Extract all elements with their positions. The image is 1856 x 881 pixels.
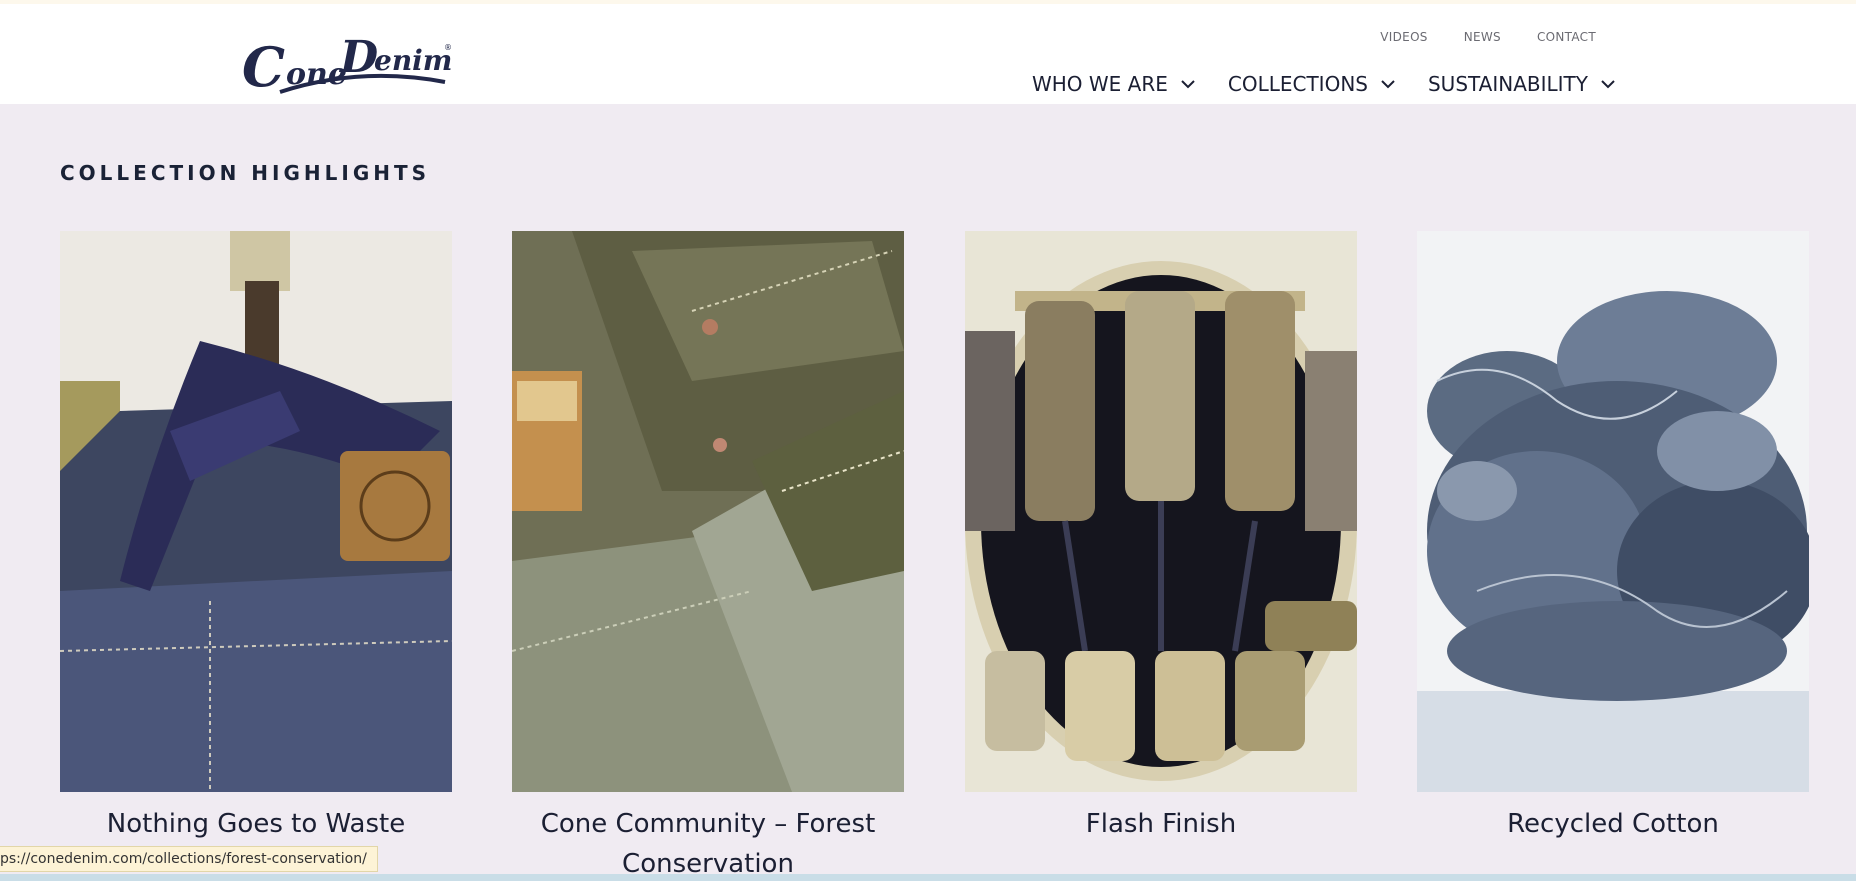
collection-card-nothing-goes-to-waste[interactable]: Nothing Goes to Waste xyxy=(60,231,452,844)
recycled-cotton-fiber-photo[interactable] xyxy=(1417,231,1809,792)
collection-title[interactable]: Flash Finish xyxy=(965,804,1357,844)
nav-label: COLLECTIONS xyxy=(1227,72,1368,96)
collection-grid: Nothing Goes to Waste Cone Community – F… xyxy=(60,231,1810,881)
utility-nav: VIDEOS NEWS CONTACT xyxy=(1380,30,1596,44)
finishing-machine-rollers-photo[interactable] xyxy=(965,231,1357,792)
cone-denim-logo[interactable]: C one D enim ® xyxy=(240,26,455,99)
collection-title[interactable]: Recycled Cotton xyxy=(1417,804,1809,844)
collection-title[interactable]: Nothing Goes to Waste xyxy=(60,804,452,844)
utility-link-videos[interactable]: VIDEOS xyxy=(1380,30,1427,44)
green-denim-jeans-photo[interactable] xyxy=(512,231,904,792)
main-nav: WHO WE ARE COLLECTIONS SUSTAINABILITY xyxy=(1032,72,1616,96)
status-bar-url: ps://conedenim.com/collections/forest-co… xyxy=(0,846,378,872)
nav-collections[interactable]: COLLECTIONS xyxy=(1228,72,1396,96)
utility-link-contact[interactable]: CONTACT xyxy=(1537,30,1596,44)
chevron-down-icon xyxy=(1181,80,1195,89)
collection-card-flash-finish[interactable]: Flash Finish xyxy=(965,231,1357,844)
chevron-down-icon xyxy=(1601,80,1615,89)
nav-label: WHO WE ARE xyxy=(1031,72,1168,96)
utility-link-news[interactable]: NEWS xyxy=(1464,30,1501,44)
nav-sustainability[interactable]: SUSTAINABILITY xyxy=(1428,72,1616,96)
section-title: COLLECTION HIGHLIGHTS xyxy=(60,161,431,185)
svg-text:®: ® xyxy=(444,43,452,52)
taskbar-strip xyxy=(0,874,1856,881)
nav-label: SUSTAINABILITY xyxy=(1427,72,1588,96)
svg-text:enim: enim xyxy=(374,44,452,77)
nav-who-we-are[interactable]: WHO WE ARE xyxy=(1032,72,1196,96)
svg-text:C: C xyxy=(242,35,285,98)
chevron-down-icon xyxy=(1381,80,1395,89)
collection-title[interactable]: Cone Community – Forest Conservation xyxy=(512,804,904,881)
denim-apron-bandana-photo[interactable] xyxy=(60,231,452,792)
site-header: C one D enim ® VIDEOS NEWS CONTACT WHO W… xyxy=(0,4,1856,104)
collection-card-recycled-cotton[interactable]: Recycled Cotton xyxy=(1417,231,1809,844)
collection-card-forest-conservation[interactable]: Cone Community – Forest Conservation xyxy=(512,231,904,881)
